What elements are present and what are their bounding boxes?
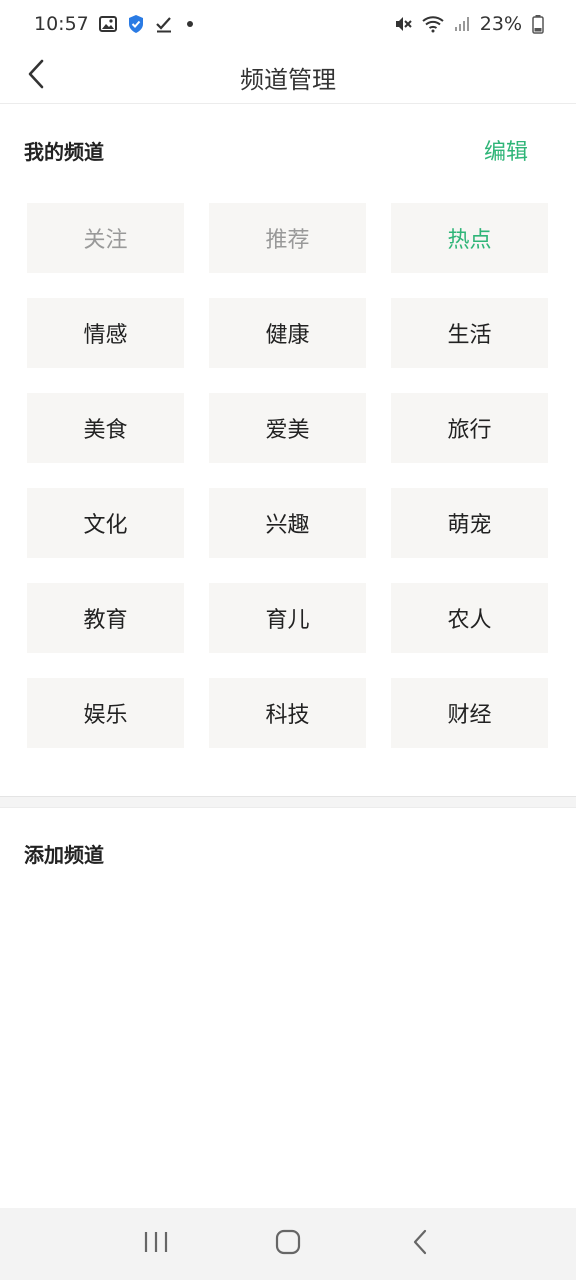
nav-back-button[interactable] <box>390 1219 450 1269</box>
shield-icon <box>127 14 145 34</box>
channel-tile[interactable]: 娱乐 <box>27 678 184 748</box>
app-header: 频道管理 <box>0 48 576 104</box>
page-title: 频道管理 <box>240 66 336 94</box>
status-right: 23% <box>394 13 544 35</box>
channel-tile[interactable]: 文化 <box>27 488 184 558</box>
channel-tile[interactable]: 旅行 <box>391 393 548 463</box>
channel-tile[interactable]: 农人 <box>391 583 548 653</box>
home-button[interactable] <box>258 1219 318 1269</box>
mute-icon <box>394 15 412 33</box>
add-channels-header: 添加频道 <box>24 839 528 868</box>
recents-button[interactable] <box>126 1219 186 1269</box>
status-bar: 10:57 23% <box>0 0 576 48</box>
section-divider <box>0 796 576 808</box>
channel-tile[interactable]: 教育 <box>27 583 184 653</box>
my-channels-grid: 关注 推荐 热点情感 健康 生活美食 爱美 旅行文化 兴趣 萌宠教育 育儿 农人娱乐 科技 财经 <box>27 203 549 748</box>
back-icon <box>412 1229 428 1259</box>
channel-tile[interactable]: 财经 <box>391 678 548 748</box>
channel-tile[interactable]: 健康 <box>209 298 366 368</box>
battery-percent: 23% <box>479 13 522 35</box>
channel-tile[interactable]: 情感 <box>27 298 184 368</box>
add-channels-title: 添加频道 <box>24 843 104 867</box>
channel-tile[interactable]: 兴趣 <box>209 488 366 558</box>
channel-tile[interactable]: 爱美 <box>209 393 366 463</box>
dot-icon <box>186 21 193 27</box>
channel-tile[interactable]: 关注 <box>27 203 184 273</box>
channel-tile[interactable]: 美食 <box>27 393 184 463</box>
my-channels-header: 我的频道 编辑 <box>24 134 528 166</box>
battery-icon <box>532 14 544 34</box>
channel-tile[interactable]: 生活 <box>391 298 548 368</box>
recents-icon <box>143 1230 169 1258</box>
channel-tile[interactable]: 热点 <box>391 203 548 273</box>
wifi-icon <box>422 15 444 33</box>
channel-tile[interactable]: 推荐 <box>209 203 366 273</box>
status-left: 10:57 <box>34 13 193 35</box>
channel-tile[interactable]: 萌宠 <box>391 488 548 558</box>
system-nav-bar <box>0 1208 576 1280</box>
image-icon <box>98 15 117 33</box>
channel-tile[interactable]: 科技 <box>209 678 366 748</box>
status-time: 10:57 <box>34 13 89 35</box>
my-channels-title: 我的频道 <box>24 139 104 164</box>
edit-button[interactable]: 编辑 <box>484 134 528 166</box>
signal-icon <box>454 16 470 32</box>
channel-tile[interactable]: 育儿 <box>209 583 366 653</box>
check-icon <box>155 15 173 33</box>
home-icon <box>275 1229 301 1259</box>
